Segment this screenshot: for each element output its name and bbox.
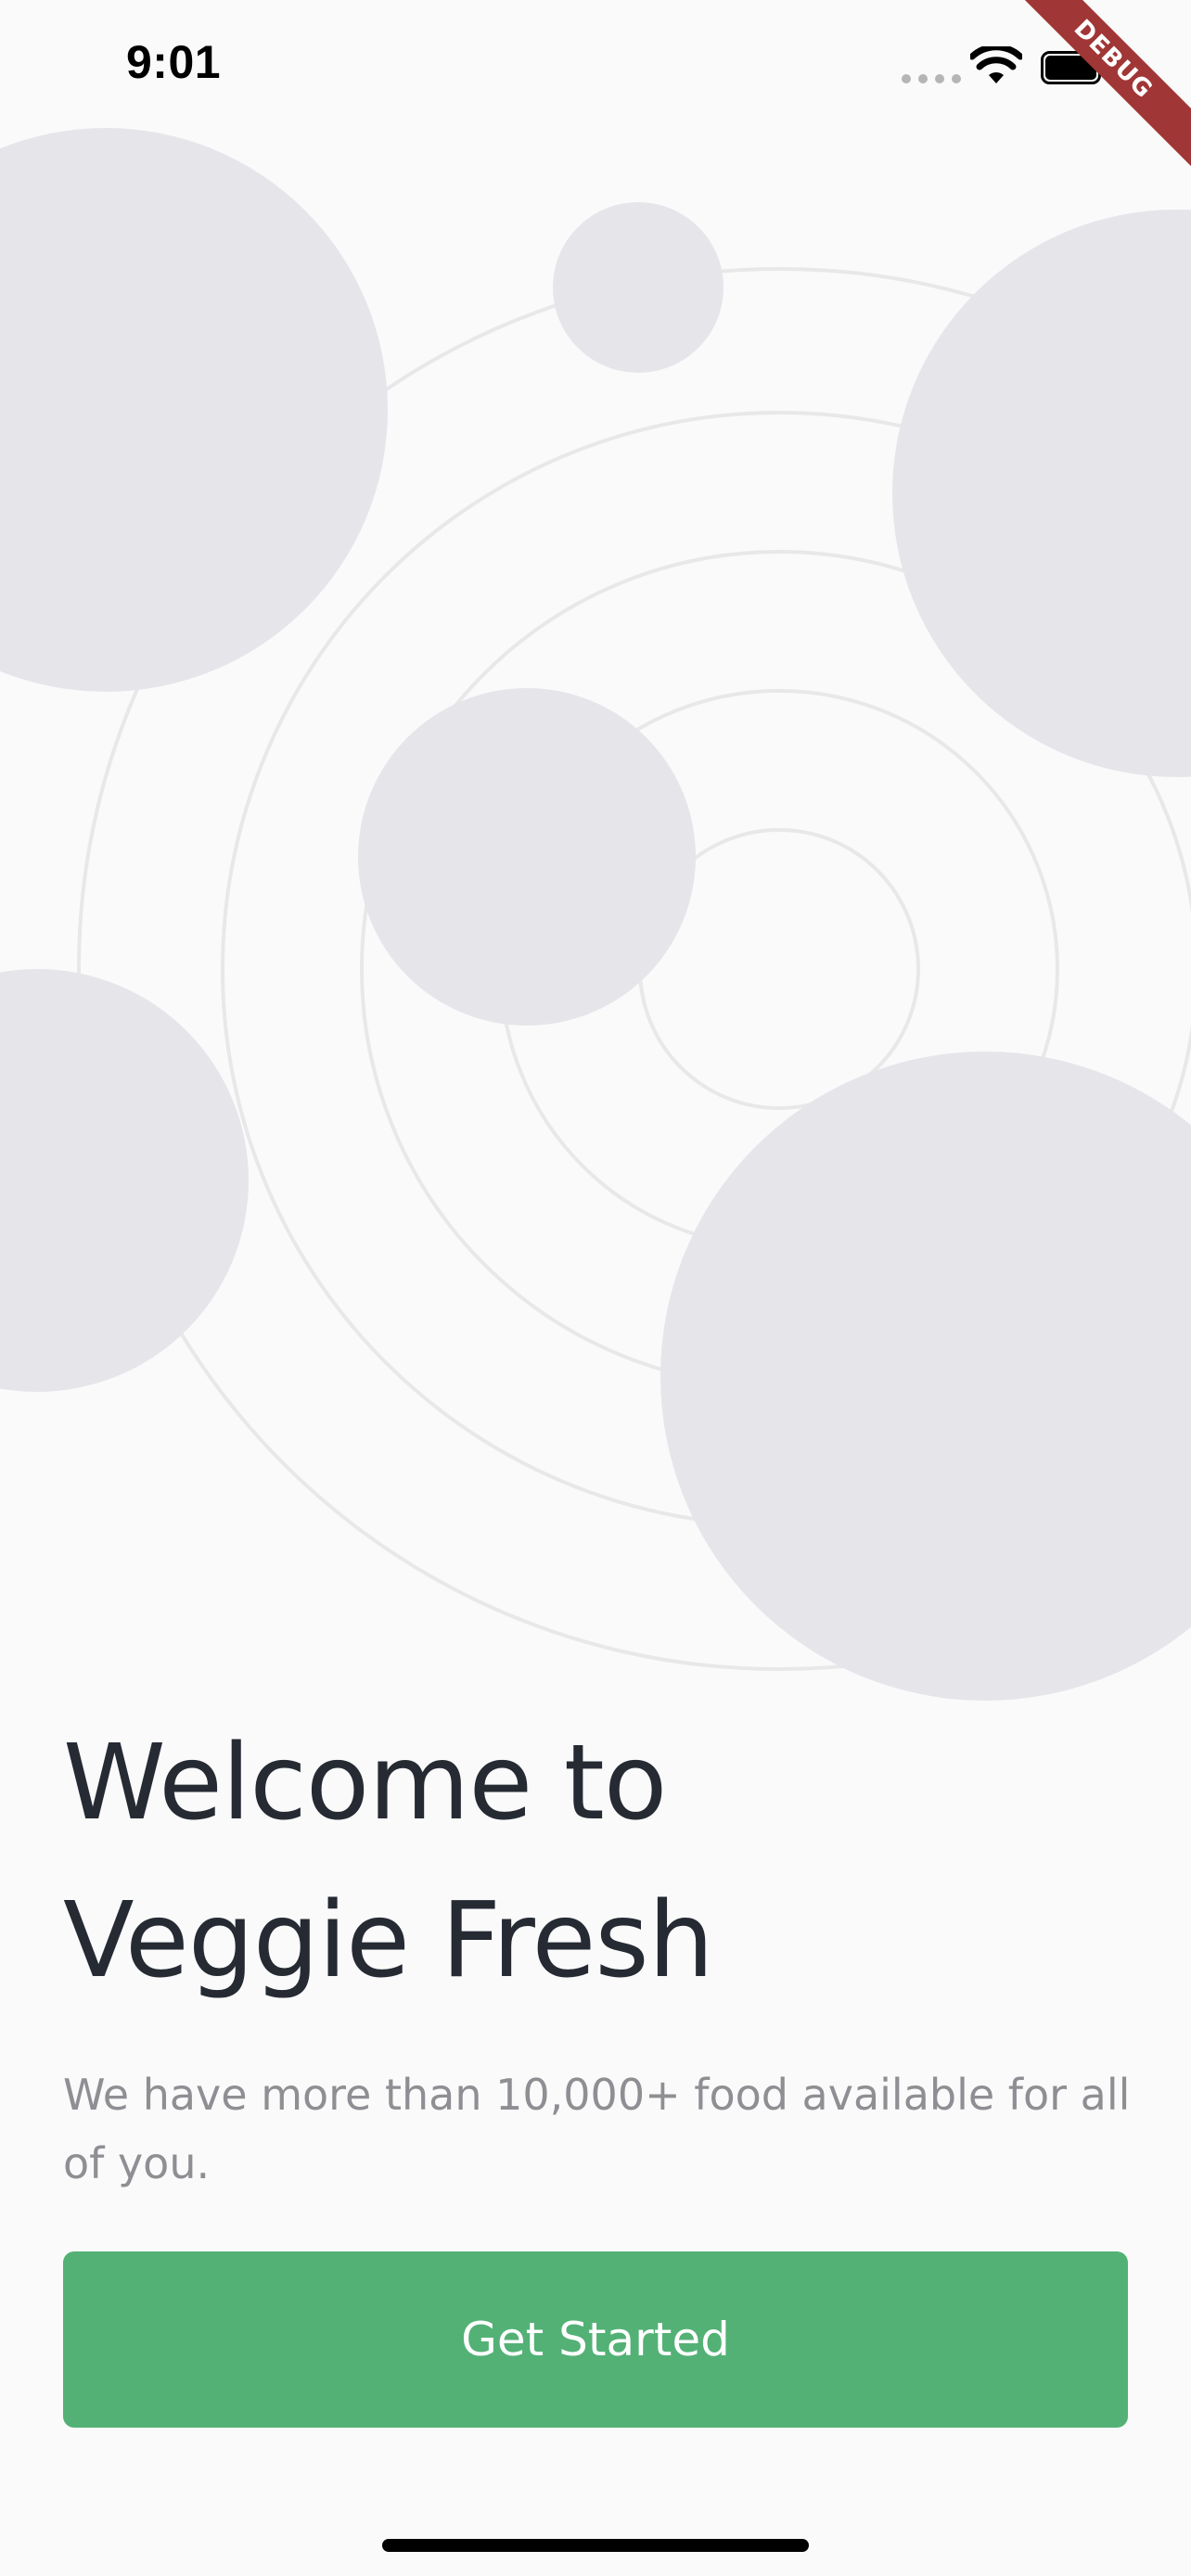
welcome-title-line2: Veggie Fresh: [63, 1881, 714, 2001]
cellular-signal-icon: [902, 74, 961, 83]
welcome-title: Welcome to Veggie Fresh: [63, 1704, 1121, 2020]
home-indicator[interactable]: [382, 2539, 809, 2552]
get-started-button[interactable]: Get Started: [63, 2251, 1128, 2428]
battery-full-icon: [1041, 51, 1104, 84]
illustration-circle-small-top: [553, 202, 724, 373]
status-bar: 9:01: [0, 0, 1191, 130]
onboarding-illustration: [0, 128, 1191, 1701]
onboarding-screen: 9:01 DEBUG Welcome to Veggie Fresh We ha…: [0, 0, 1191, 2576]
illustration-circle-bottom-right: [660, 1052, 1191, 1701]
wifi-icon: [970, 46, 1022, 83]
illustration-circle-top-left: [0, 128, 388, 692]
status-time: 9:01: [126, 36, 222, 88]
welcome-subtitle: We have more than 10,000+ food available…: [63, 2070, 1131, 2188]
illustration-circle-top-right: [892, 210, 1191, 777]
illustration-circle-left: [0, 969, 249, 1392]
illustration-circles: [0, 128, 1191, 1701]
welcome-title-line1: Welcome to: [63, 1723, 667, 1843]
illustration-circle-center: [358, 688, 696, 1026]
